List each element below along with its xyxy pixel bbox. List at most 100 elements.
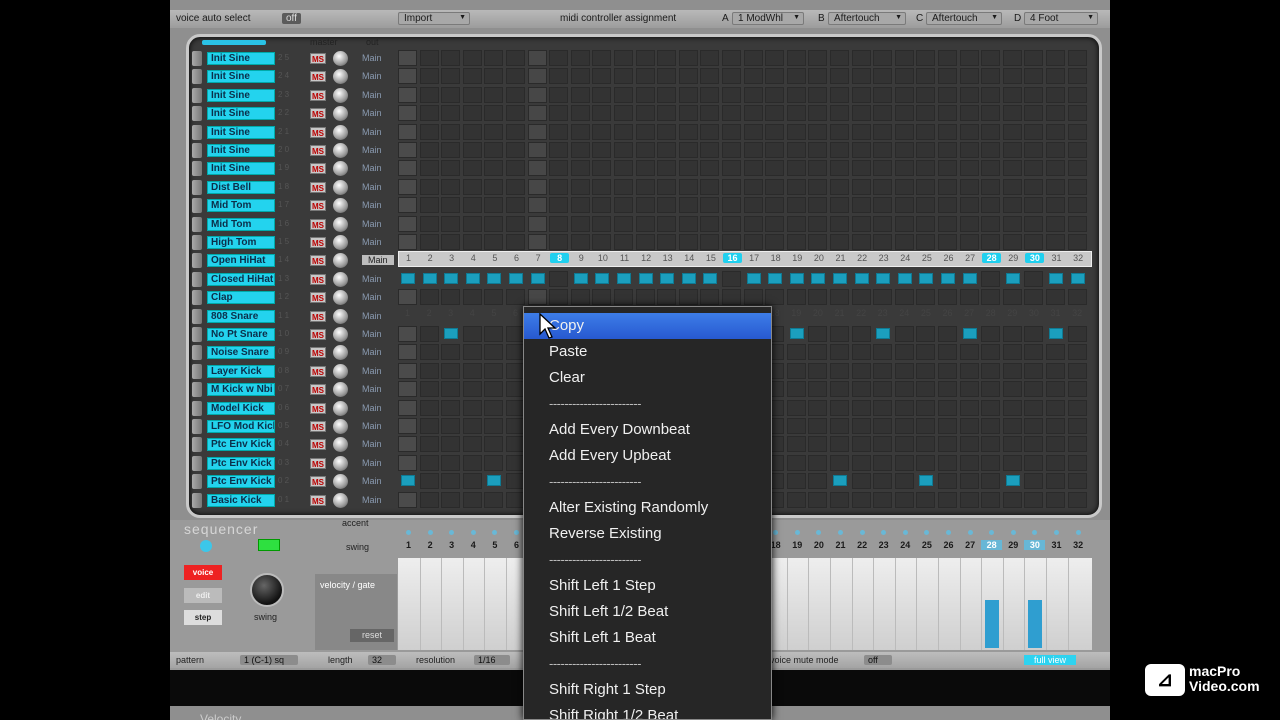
step-cell[interactable] <box>916 344 936 361</box>
step-cell[interactable] <box>851 454 871 471</box>
step-cell[interactable] <box>441 436 461 453</box>
step-cell[interactable] <box>527 197 547 214</box>
voice-name[interactable]: Init Sine <box>207 88 275 102</box>
step-cell[interactable] <box>959 197 979 214</box>
step-cell[interactable] <box>419 105 439 122</box>
step-cell[interactable] <box>398 491 417 508</box>
mute-solo-button[interactable]: MS <box>310 476 326 488</box>
step-cell[interactable] <box>808 86 828 103</box>
sequencer-step-number[interactable]: 1 <box>398 540 419 550</box>
step-cell[interactable] <box>614 50 633 66</box>
mute-solo-button[interactable]: MS <box>310 310 326 322</box>
step-cell[interactable] <box>700 289 720 306</box>
step-cell[interactable] <box>462 86 482 103</box>
step-cell[interactable] <box>1002 289 1022 306</box>
step-number[interactable]: 3 <box>441 308 460 318</box>
midi-a-dropdown[interactable]: 1 ModWhl <box>732 12 804 25</box>
voice-volume-knob[interactable] <box>333 474 348 490</box>
step-cell[interactable] <box>657 142 677 158</box>
menu-item[interactable]: Shift Left 1 Step <box>524 573 771 599</box>
accent-dot[interactable] <box>902 530 908 535</box>
step-cell[interactable] <box>786 86 806 103</box>
step-cell[interactable] <box>592 142 612 158</box>
step-cell[interactable] <box>527 215 547 232</box>
step-cell[interactable] <box>851 197 871 214</box>
step-cell[interactable] <box>894 178 914 195</box>
step-number[interactable]: 32 <box>1068 308 1087 318</box>
voice-name[interactable]: Closed HiHat <box>207 272 275 286</box>
step-cell[interactable] <box>786 123 806 140</box>
voice-name[interactable]: Init Sine <box>207 144 275 157</box>
step-cell[interactable] <box>1046 50 1065 66</box>
voice-name[interactable]: No Pt Snare <box>207 328 275 341</box>
step-cell[interactable] <box>873 491 893 508</box>
step-cell[interactable] <box>1067 160 1087 177</box>
step-cell[interactable] <box>484 50 504 66</box>
step-number[interactable]: 1 <box>399 253 418 263</box>
step-cell[interactable] <box>657 234 677 250</box>
step-number[interactable]: 11 <box>615 253 634 263</box>
step-cell[interactable] <box>916 326 936 342</box>
step-cell[interactable] <box>462 289 482 306</box>
step-cell[interactable] <box>1024 270 1044 287</box>
voice-grip[interactable] <box>192 216 202 232</box>
step-cell[interactable] <box>419 491 439 508</box>
sequencer-step-number[interactable]: 27 <box>960 540 981 550</box>
voice-volume-knob[interactable] <box>333 106 348 122</box>
voice-volume-knob[interactable] <box>333 290 348 306</box>
step-cell[interactable] <box>678 50 698 66</box>
mute-solo-button[interactable]: MS <box>310 53 326 64</box>
voice-grip[interactable] <box>192 290 202 306</box>
voice-name[interactable]: Ptc Env Kick 2 <box>207 456 275 470</box>
step-cell[interactable] <box>959 178 979 195</box>
step-cell[interactable] <box>441 454 461 471</box>
voice-volume-knob[interactable] <box>333 179 348 195</box>
voice-volume-knob[interactable] <box>333 253 348 269</box>
step-cell[interactable] <box>1024 491 1044 508</box>
step-cell[interactable] <box>830 381 849 398</box>
step-cell[interactable] <box>1024 234 1044 250</box>
step-cell[interactable] <box>614 289 633 306</box>
step-cell[interactable] <box>786 381 806 398</box>
step-cell[interactable] <box>419 234 439 250</box>
step-cell[interactable] <box>441 362 461 379</box>
step-cell[interactable] <box>1067 491 1087 508</box>
voice-output[interactable]: Main <box>362 90 382 100</box>
step-cell[interactable] <box>462 473 482 490</box>
voice-name[interactable]: Init Sine <box>207 125 275 139</box>
step-cell[interactable] <box>894 197 914 214</box>
step-cell[interactable] <box>506 178 525 195</box>
step-cell[interactable] <box>959 160 979 177</box>
step-number[interactable]: 24 <box>895 308 914 318</box>
step-cell[interactable] <box>916 454 936 471</box>
step-cell[interactable] <box>808 344 828 361</box>
step-cell[interactable] <box>851 491 871 508</box>
step-cell[interactable] <box>743 123 763 140</box>
step-cell[interactable] <box>1024 50 1044 66</box>
step-cell[interactable] <box>462 344 482 361</box>
step-cell-active[interactable] <box>1005 272 1020 284</box>
step-cell-active[interactable] <box>444 272 459 284</box>
step-cell[interactable] <box>484 123 504 140</box>
voice-output[interactable]: Main <box>362 476 382 486</box>
step-cell[interactable] <box>1046 234 1065 250</box>
step-cell[interactable] <box>959 68 979 85</box>
step-cell[interactable] <box>570 178 590 195</box>
voice-volume-knob[interactable] <box>333 308 348 324</box>
step-number[interactable]: 32 <box>1069 253 1088 263</box>
step-cell[interactable] <box>700 86 720 103</box>
step-cell[interactable] <box>398 68 417 85</box>
voice-name[interactable]: Ptc Env Kick <box>207 475 275 489</box>
step-cell[interactable] <box>678 197 698 214</box>
step-cell[interactable] <box>894 105 914 122</box>
sequencer-step-number[interactable]: 31 <box>1046 540 1067 550</box>
step-cell[interactable] <box>1067 234 1087 250</box>
step-cell[interactable] <box>484 399 504 416</box>
step-cell[interactable] <box>938 105 957 122</box>
voice-grip[interactable] <box>192 235 202 250</box>
step-cell[interactable] <box>916 289 936 306</box>
step-number[interactable]: 29 <box>1003 308 1022 318</box>
step-cell[interactable] <box>981 381 1001 398</box>
voice-output[interactable]: Main <box>362 53 382 63</box>
voice-grip[interactable] <box>192 308 202 324</box>
